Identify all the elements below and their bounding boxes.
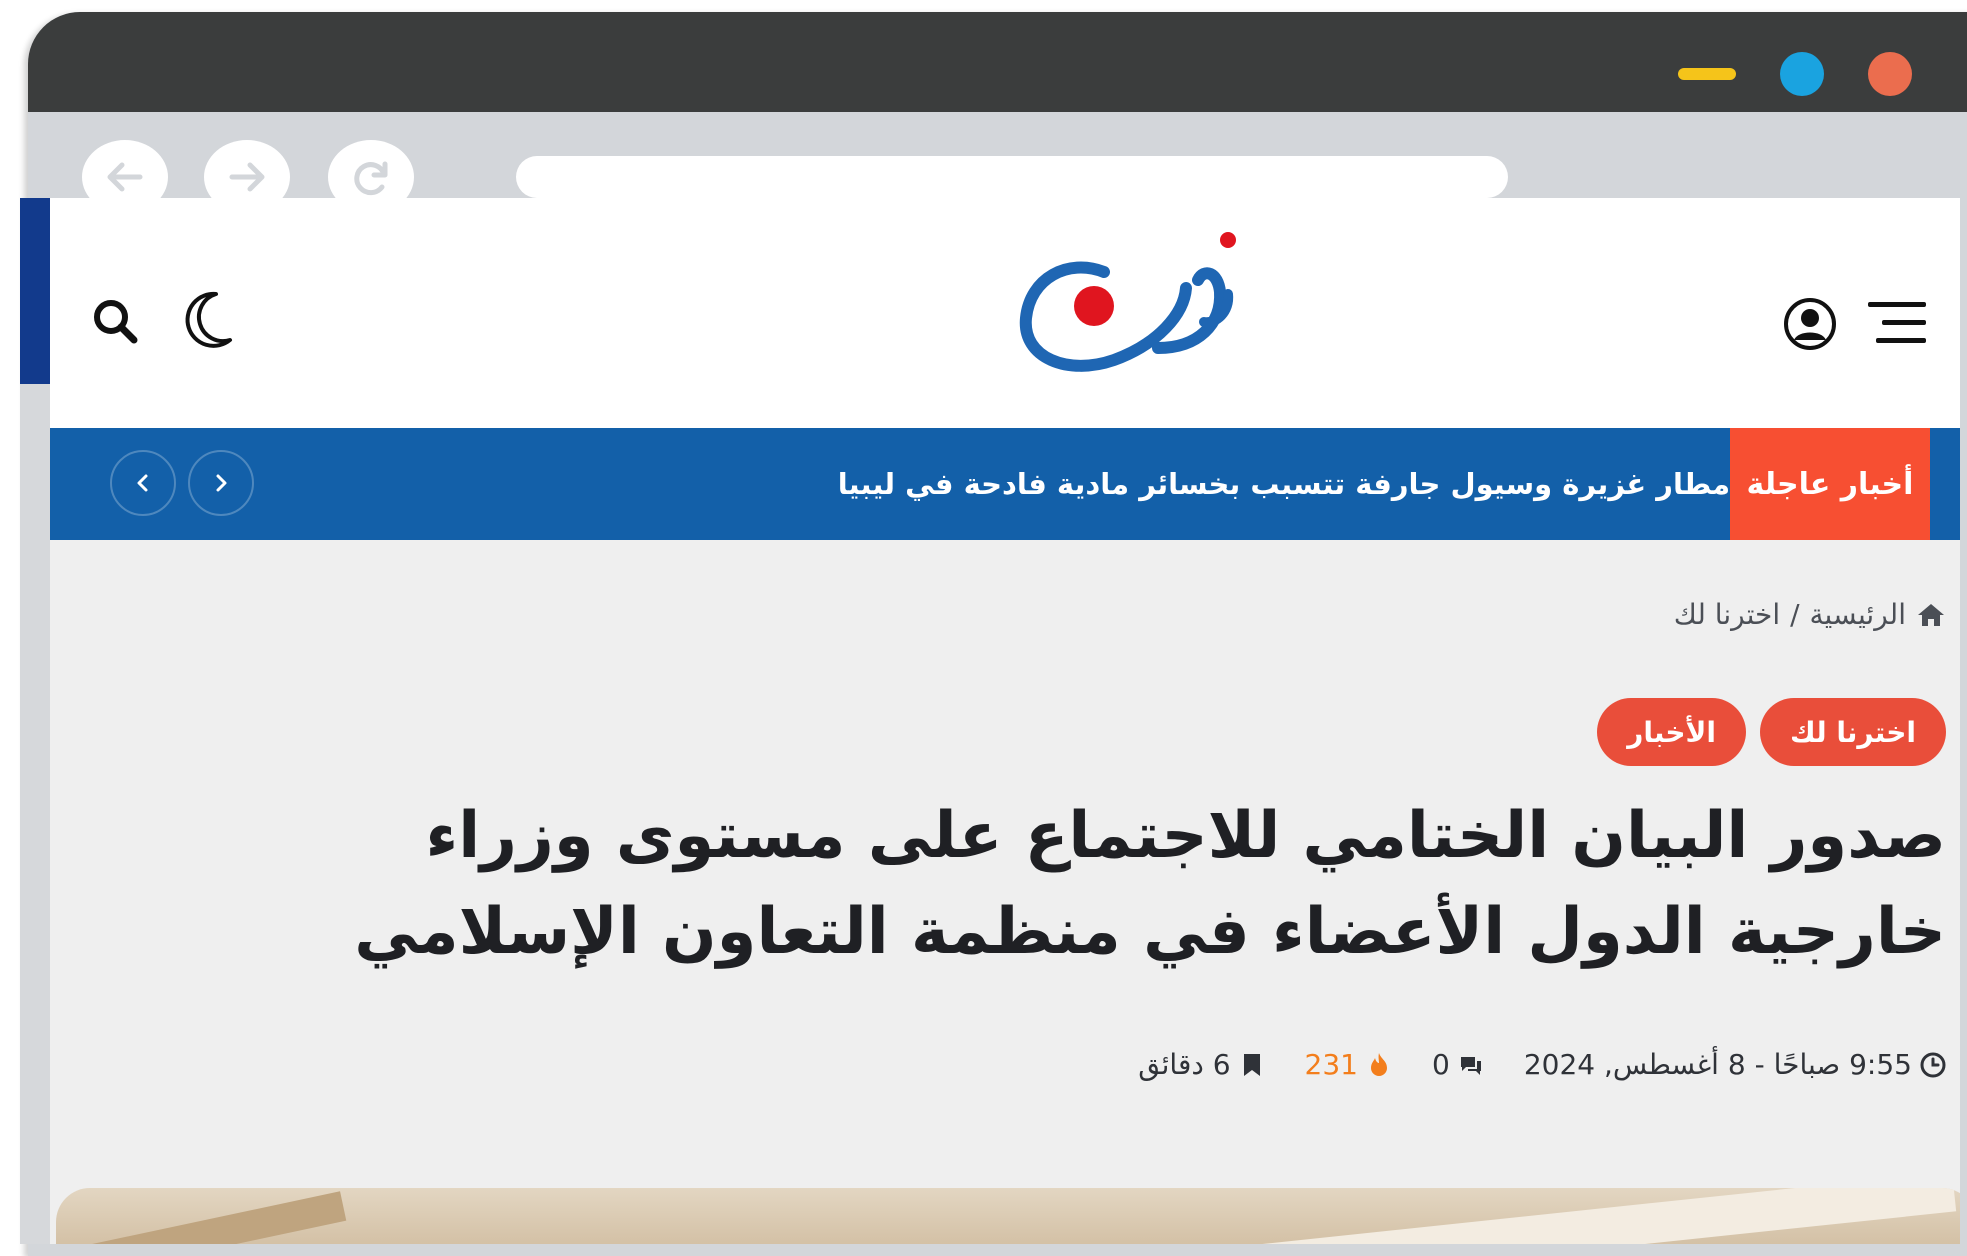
tag-chosen-for-you[interactable]: اخترنا لك [1760, 698, 1946, 766]
ticker-label: أخبار عاجلة [1730, 428, 1930, 540]
browser-titlebar [28, 12, 1967, 112]
clock-icon [1920, 1052, 1946, 1077]
meta-date-text: 9:55 صباحًا - 8 أغسطس, 2024 [1523, 1048, 1912, 1081]
menu-icon[interactable] [1868, 298, 1926, 348]
reload-icon [354, 161, 388, 196]
fire-icon [1371, 1052, 1387, 1076]
side-gutter [20, 384, 52, 1244]
site-header [50, 198, 1960, 428]
meta-comments[interactable]: 0 [1432, 1048, 1484, 1081]
close-button[interactable] [1868, 52, 1912, 96]
maximize-button[interactable] [1780, 52, 1824, 96]
tag-news[interactable]: الأخبار [1597, 698, 1746, 766]
meta-reading-time: 6 دقائق [1138, 1048, 1264, 1081]
comments-icon [1460, 1056, 1481, 1075]
ticker-prev-button[interactable] [110, 450, 176, 516]
hero-image-detail [85, 1191, 347, 1244]
category-tags: اخترنا لك الأخبار [1597, 698, 1946, 766]
bookmark-icon [1243, 1053, 1260, 1076]
meta-comments-count: 0 [1432, 1048, 1450, 1081]
moon-icon[interactable] [180, 290, 236, 350]
chevron-right-icon [216, 474, 227, 492]
article-hero-image [56, 1188, 1960, 1244]
ticker-headline[interactable]: أمطار غزيرة وسيول جارفة تتسبب بخسائر ماد… [838, 428, 1740, 540]
article-title: صدور البيان الختامي للاجتماع على مستوى و… [354, 799, 1946, 969]
web-page: أمطار غزيرة وسيول جارفة تتسبب بخسائر ماد… [50, 198, 1960, 1244]
minimize-button[interactable] [1678, 68, 1736, 80]
chevron-left-icon [137, 474, 148, 492]
arrow-right-icon [229, 162, 265, 192]
ticker-next-button[interactable] [188, 450, 254, 516]
meta-views: 231 [1305, 1048, 1392, 1081]
meta-views-count: 231 [1304, 1048, 1358, 1081]
breadcrumb: الرئيسية / اخترنا لك [1674, 598, 1946, 631]
home-icon [1918, 603, 1944, 626]
user-icon[interactable] [1782, 296, 1838, 352]
side-accent [20, 198, 52, 384]
breadcrumb-current: اخترنا لك [1673, 598, 1781, 631]
site-logo[interactable] [1008, 228, 1260, 400]
meta-reading-time-text: 6 دقائق [1138, 1048, 1231, 1081]
breaking-news-ticker: أمطار غزيرة وسيول جارفة تتسبب بخسائر ماد… [50, 428, 1960, 540]
breadcrumb-separator: / [1790, 598, 1800, 631]
search-icon[interactable] [90, 296, 140, 346]
arrow-left-icon [107, 162, 143, 192]
article-meta: 9:55 صباحًا - 8 أغسطس, 2024 0 231 6 دقائ… [1138, 1048, 1946, 1081]
address-bar[interactable] [516, 156, 1508, 198]
breadcrumb-home[interactable]: الرئيسية [1810, 598, 1906, 631]
hero-image-detail [1255, 1188, 1957, 1244]
meta-date: 9:55 صباحًا - 8 أغسطس, 2024 [1524, 1048, 1946, 1081]
